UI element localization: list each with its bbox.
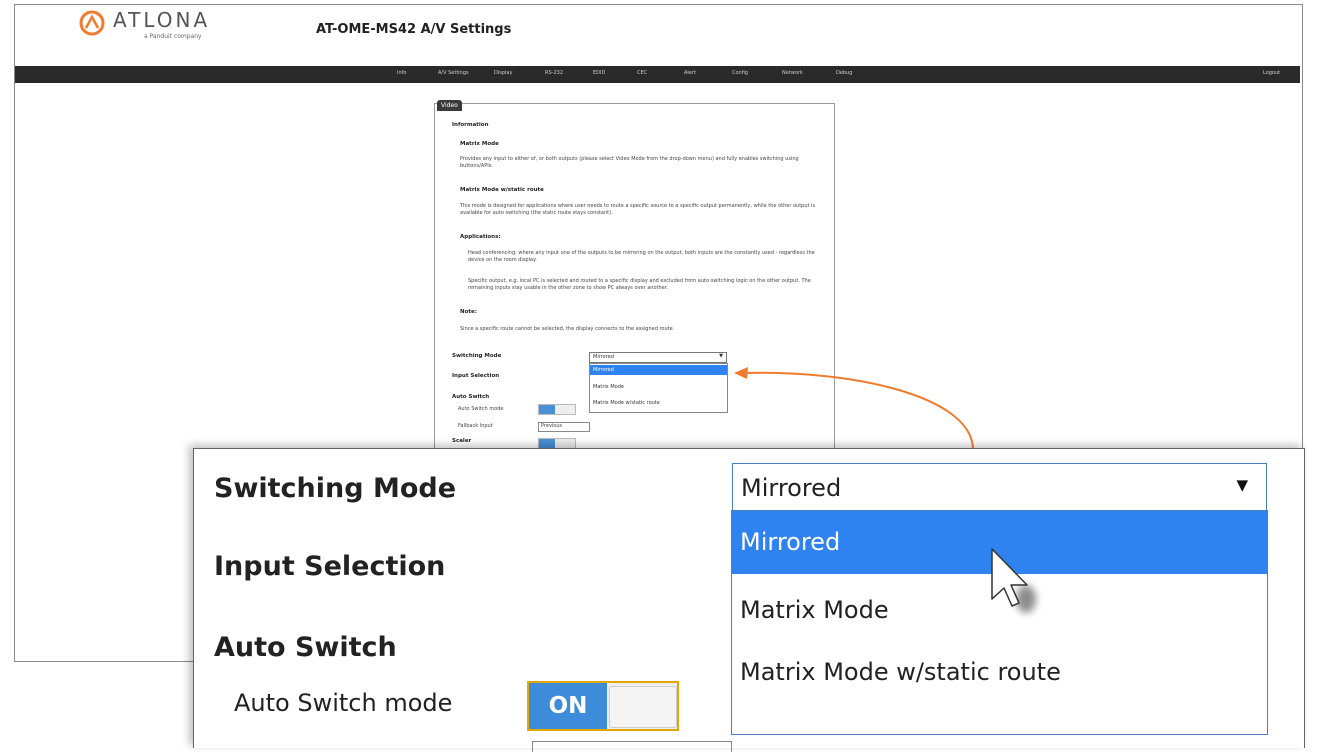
nav-item-config[interactable]: Config (732, 70, 748, 76)
toggle-knob (609, 686, 677, 728)
option-matrix-mode-small[interactable]: Matrix Mode (590, 382, 727, 392)
nav-item-rs232[interactable]: RS-232 (545, 70, 563, 76)
logo-text: ATLONA (113, 8, 211, 32)
panel-tab-video[interactable]: Video (437, 100, 462, 111)
application-item-2: Specific output, e.g. local PC is select… (468, 278, 811, 291)
note-heading: Note: (460, 309, 477, 315)
switching-mode-label-small: Switching Mode (452, 353, 502, 359)
information-heading: Information (452, 122, 489, 128)
scaler-label-small: Scaler (452, 438, 472, 444)
nav-item-alert[interactable]: Alert (684, 70, 696, 76)
fallback-label-small: Fallback Input (458, 423, 493, 429)
nav-item-network[interactable]: Network (782, 70, 803, 76)
matrix-mode-heading: Matrix Mode (460, 141, 499, 147)
nav-item-debug[interactable]: Debug (836, 70, 852, 76)
logout-link[interactable]: Logout (1263, 70, 1280, 76)
toggle-on-label: ON (529, 683, 607, 729)
switching-mode-select-value: Mirrored (741, 474, 842, 502)
mouse-pointer-icon (991, 548, 1036, 613)
static-route-text: This mode is designed for applications w… (460, 203, 816, 216)
input-selection-label-small: Input Selection (452, 373, 500, 379)
chevron-down-icon: ▼ (719, 353, 723, 359)
input-selection-label: Input Selection (214, 551, 446, 582)
auto-switch-mode-label: Auto Switch mode (234, 689, 453, 717)
auto-switch-label: Auto Switch (214, 632, 397, 663)
atlona-logo: ATLONA a Panduit company (79, 8, 269, 46)
switching-mode-select[interactable]: Mirrored ▼ (732, 463, 1267, 511)
option-matrix-static-small[interactable]: Matrix Mode w/static route (590, 398, 727, 408)
switching-mode-dropdown-small: Mirrored Matrix Mode Matrix Mode w/stati… (589, 363, 728, 413)
logo-subtitle: a Panduit company (144, 33, 202, 40)
matrix-mode-text: Provides any input to either of, or both… (460, 156, 799, 169)
switching-mode-select-small[interactable]: Mirrored ▼ (589, 352, 727, 363)
option-matrix-mode-static-route[interactable]: Matrix Mode w/static route (732, 641, 1267, 704)
nav-item-av-settings[interactable]: A/V Settings (438, 70, 469, 76)
nav-item-display[interactable]: Display (494, 70, 512, 76)
auto-switch-mode-label-small: Auto Switch mode (458, 406, 504, 412)
nav-item-cec[interactable]: CEC (637, 70, 647, 76)
page-title: AT-OME-MS42 A/V Settings (316, 22, 512, 37)
chevron-down-icon: ▼ (1236, 476, 1248, 494)
nav-item-info[interactable]: Info (397, 70, 406, 76)
option-mirrored-small[interactable]: Mirrored (590, 365, 727, 375)
top-nav-bar: Info A/V Settings Display RS-232 EDID CE… (15, 66, 1300, 83)
callout-arrow (734, 367, 974, 449)
switching-mode-select-small-value: Mirrored (593, 354, 614, 360)
static-route-heading: Matrix Mode w/static route (460, 187, 544, 193)
fallback-select-small[interactable]: Previous (538, 422, 590, 432)
note-text: Since a specific route cannot be selecte… (460, 326, 675, 332)
applications-heading: Applications: (460, 234, 501, 240)
auto-switch-toggle-small[interactable] (538, 404, 576, 415)
switching-mode-label: Switching Mode (214, 473, 457, 504)
zoomed-detail-callout: Switching Mode Input Selection Auto Swit… (193, 448, 1305, 752)
auto-switch-label-small: Auto Switch (452, 394, 490, 400)
atlona-logo-icon (79, 10, 105, 36)
auto-switch-toggle[interactable]: ON (527, 681, 679, 731)
nav-item-edid[interactable]: EDID (593, 70, 605, 76)
application-item-1: Head conferencing: where any input one o… (468, 250, 815, 263)
